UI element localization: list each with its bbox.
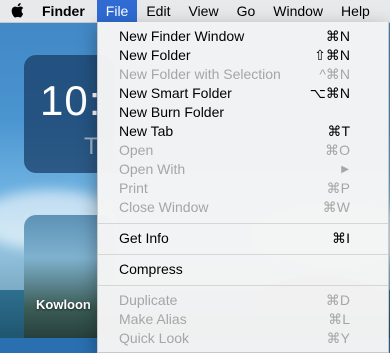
- menu-item-quick-look: Quick Look ⌘Y: [98, 329, 388, 348]
- menu-separator: [98, 285, 388, 286]
- menu-item-make-alias: Make Alias ⌘L: [98, 310, 388, 329]
- menu-item-label: New Smart Folder: [119, 85, 232, 101]
- menu-item-label: Print: [119, 180, 148, 196]
- menu-file[interactable]: File: [96, 0, 138, 22]
- menu-item-shortcut: ⇧⌘N: [314, 47, 350, 63]
- menu-item-shortcut: ⌘D: [325, 292, 350, 308]
- menu-item-compress[interactable]: Compress: [98, 260, 388, 279]
- menu-separator: [98, 254, 388, 255]
- menu-separator: [98, 223, 388, 224]
- menu-item-label: Make Alias: [119, 311, 187, 327]
- menu-item-label: New Burn Folder: [119, 104, 225, 120]
- menu-item-get-info[interactable]: Get Info ⌘I: [98, 229, 388, 248]
- menu-item-label: Compress: [119, 261, 183, 277]
- menu-item-new-burn-folder[interactable]: New Burn Folder: [98, 103, 388, 122]
- menu-item-shortcut: ⌘L: [328, 311, 350, 327]
- clock-time: 10:: [40, 77, 102, 124]
- menu-window[interactable]: Window: [264, 0, 332, 22]
- apple-menu-icon[interactable]: [0, 2, 34, 20]
- menu-bar: Finder File Edit View Go Window Help: [0, 0, 390, 23]
- menu-item-open-with: Open With ▶: [98, 160, 388, 179]
- menu-item-label: New Tab: [119, 123, 174, 139]
- menu-item-label: New Folder with Selection: [119, 66, 281, 82]
- menu-item-duplicate: Duplicate ⌘D: [98, 291, 388, 310]
- menu-item-new-smart-folder[interactable]: New Smart Folder ⌥⌘N: [98, 84, 388, 103]
- menu-item-new-folder[interactable]: New Folder ⇧⌘N: [98, 46, 388, 65]
- photo-location-label: Kowloon: [36, 297, 91, 312]
- menu-item-label: Open With: [119, 161, 186, 177]
- menu-item-shortcut: ^⌘N: [319, 66, 350, 82]
- menu-item-shortcut: ⌘W: [322, 199, 350, 215]
- menu-item-shortcut: ⌥⌘N: [309, 85, 350, 101]
- submenu-arrow-icon: ▶: [341, 164, 349, 175]
- menu-item-label: New Finder Window: [119, 28, 245, 44]
- menu-item-shortcut: ⌘N: [325, 28, 350, 44]
- menu-item-new-tab[interactable]: New Tab ⌘T: [98, 122, 388, 141]
- menu-item-shortcut: ⌘I: [332, 230, 350, 246]
- menu-go[interactable]: Go: [228, 0, 265, 22]
- menu-item-shortcut: ⌘T: [327, 123, 350, 139]
- menu-item-label: Open: [119, 142, 154, 158]
- menu-item-print: Print ⌘P: [98, 179, 388, 198]
- menu-item-shortcut: ⌘O: [325, 142, 350, 158]
- menu-item-new-folder-with-selection: New Folder with Selection ^⌘N: [98, 65, 388, 84]
- menu-item-shortcut: ⌘Y: [326, 330, 350, 346]
- menu-item-label: Get Info: [119, 230, 169, 246]
- menu-item-label: Close Window: [119, 199, 209, 215]
- menu-item-close-window: Close Window ⌘W: [98, 198, 388, 217]
- menu-item-label: Quick Look: [119, 330, 190, 346]
- file-menu-dropdown: New Finder Window ⌘N New Folder ⇧⌘N New …: [97, 22, 389, 353]
- menu-item-open: Open ⌘O: [98, 141, 388, 160]
- menu-item-shortcut: ⌘P: [326, 180, 350, 196]
- menu-edit[interactable]: Edit: [137, 0, 179, 22]
- menu-item-label: Duplicate: [119, 292, 178, 308]
- menu-help[interactable]: Help: [332, 0, 379, 22]
- menu-item-new-finder-window[interactable]: New Finder Window ⌘N: [98, 27, 388, 46]
- menu-finder[interactable]: Finder: [34, 0, 97, 22]
- menu-item-label: New Folder: [119, 47, 191, 63]
- menu-view[interactable]: View: [179, 0, 227, 22]
